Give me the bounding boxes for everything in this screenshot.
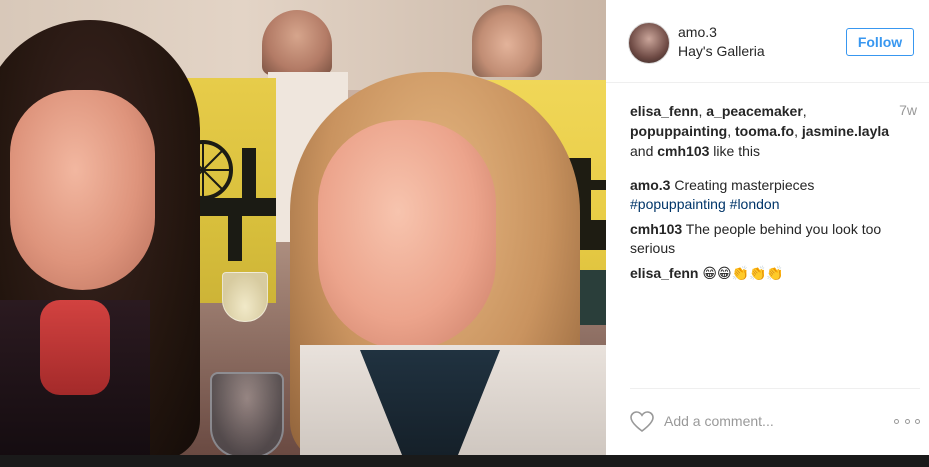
woman-left-face bbox=[10, 90, 155, 290]
hashtag-link[interactable]: #london bbox=[730, 196, 780, 212]
more-options-icon[interactable] bbox=[894, 411, 920, 431]
background-person bbox=[262, 10, 332, 75]
comment-username[interactable]: cmh103 bbox=[630, 221, 682, 237]
comment-text: 😁😁👏👏👏 bbox=[702, 265, 784, 281]
background-strip bbox=[0, 455, 929, 467]
comment-text: Creating masterpieces bbox=[674, 177, 815, 193]
like-user[interactable]: elisa_fenn bbox=[630, 103, 698, 119]
drinking-glass bbox=[210, 372, 284, 455]
dot bbox=[915, 418, 920, 424]
hashtag-link[interactable]: #popuppainting bbox=[630, 196, 726, 212]
dot bbox=[904, 418, 910, 424]
comment-username[interactable]: elisa_fenn bbox=[630, 265, 698, 281]
red-scarf bbox=[40, 300, 110, 395]
likes-suffix: like this bbox=[713, 143, 760, 159]
post-side-panel: amo.3 Hay's Galleria Follow elisa_fenn, … bbox=[606, 0, 929, 455]
like-user[interactable]: tooma.fo bbox=[735, 123, 794, 139]
add-comment-input[interactable] bbox=[664, 411, 864, 431]
like-user[interactable]: jasmine.layla bbox=[802, 123, 889, 139]
comment: elisa_fenn 😁😁👏👏👏 bbox=[630, 264, 920, 283]
heart-icon[interactable] bbox=[630, 411, 654, 433]
like-user[interactable]: popuppainting bbox=[630, 123, 727, 139]
likes-connector: and bbox=[630, 143, 654, 159]
like-user[interactable]: a_peacemaker bbox=[706, 103, 803, 119]
post-header: amo.3 Hay's Galleria Follow bbox=[606, 0, 929, 83]
follow-button[interactable]: Follow bbox=[846, 28, 914, 56]
comment: amo.3 Creating masterpieces #popuppainti… bbox=[630, 176, 920, 214]
comment: cmh103 The people behind you look too se… bbox=[630, 220, 920, 258]
post-username[interactable]: amo.3 bbox=[678, 24, 717, 40]
dot bbox=[894, 418, 899, 424]
white-wine-glass bbox=[222, 272, 268, 322]
woman-right-face bbox=[318, 120, 496, 350]
comment-footer bbox=[630, 388, 920, 455]
likes-summary: elisa_fenn, a_peacemaker, popuppainting,… bbox=[630, 103, 890, 159]
comment-username[interactable]: amo.3 bbox=[630, 177, 670, 193]
comment-list: amo.3 Creating masterpieces #popuppainti… bbox=[630, 176, 920, 289]
post-photo[interactable] bbox=[0, 0, 606, 455]
post-timestamp[interactable]: 7w bbox=[899, 102, 917, 118]
background-person bbox=[472, 5, 542, 77]
avatar[interactable] bbox=[628, 22, 670, 64]
like-user[interactable]: cmh103 bbox=[657, 143, 709, 159]
post-location[interactable]: Hay's Galleria bbox=[678, 43, 765, 59]
